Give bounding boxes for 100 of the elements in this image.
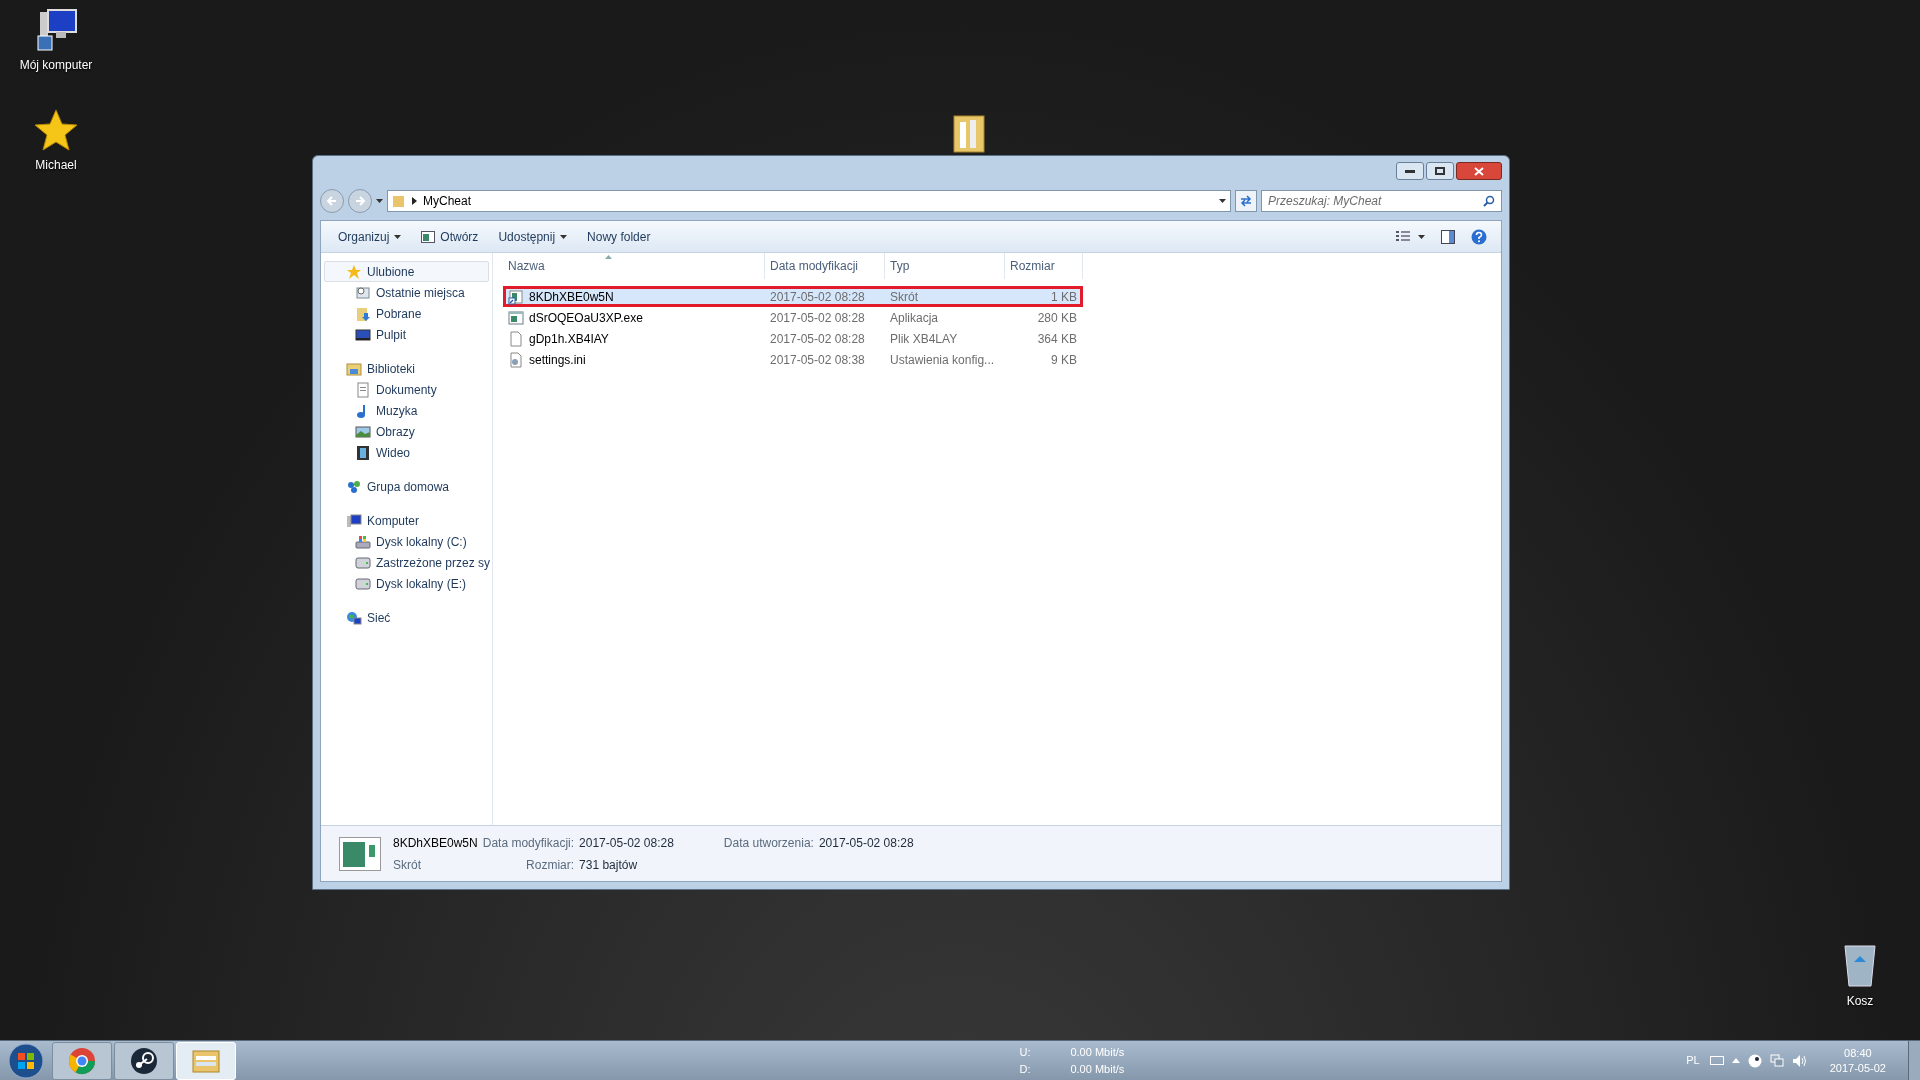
navigation-item[interactable]: Biblioteki (324, 358, 489, 379)
column-header[interactable]: Data modyfikacji (765, 253, 885, 279)
size-cell-text: 1 KB (1050, 288, 1078, 306)
details-value: 2017-05-02 08:28 (818, 834, 914, 852)
type-cell-text: Aplikacja (889, 309, 940, 327)
file-row[interactable]: settings.ini 2017-05-02 08:38 Ustawienia konfig... 9 KB (503, 349, 1083, 370)
navigation-item[interactable]: Dokumenty (324, 379, 489, 400)
forward-button[interactable] (348, 189, 372, 213)
folder-icon (392, 194, 406, 208)
list-view-icon (1396, 231, 1410, 242)
steam-icon[interactable] (1747, 1053, 1762, 1068)
back-button[interactable] (320, 189, 344, 213)
navigation-item[interactable]: Dysk lokalny (C:) (324, 531, 489, 552)
network-label: D: (1019, 1061, 1031, 1077)
navigation-item[interactable]: Grupa domowa (324, 476, 489, 497)
settings-file-icon (508, 351, 524, 368)
chevron-up-icon[interactable] (1731, 1058, 1740, 1063)
details-label: Data modyfikacji: (482, 834, 575, 852)
column-header[interactable]: Rozmiar (1005, 253, 1083, 279)
size-cell-text: 364 KB (1036, 330, 1078, 348)
size-cell-text: 9 KB (1050, 351, 1078, 369)
computer-icon (346, 512, 362, 529)
preview-pane-icon (1441, 229, 1455, 244)
toolbar-button[interactable]: Organizuj (329, 224, 411, 249)
navigation-item[interactable]: Wideo (324, 442, 489, 463)
caret-icon (560, 234, 568, 239)
shortcut-icon (508, 288, 524, 305)
minimize-icon (1405, 169, 1415, 173)
network-label: U: (1019, 1045, 1031, 1060)
show-desktop-button[interactable] (1908, 1041, 1920, 1080)
toolbar-button[interactable]: Otwórz (412, 224, 488, 249)
search-field[interactable]: Przeszukaj: MyCheat (1261, 190, 1502, 212)
type-cell-text: Skrót (889, 288, 919, 306)
navigation-item[interactable]: Komputer (324, 510, 489, 531)
file-name: dSrOQEOaU3XP.exe (529, 309, 643, 327)
navigation-item[interactable]: Ostatnie miejsca (324, 282, 489, 303)
navigation-item[interactable]: Ulubione (324, 261, 489, 282)
drive-icon (355, 554, 371, 571)
drive-icon (355, 575, 371, 592)
maximize-icon (1435, 167, 1445, 175)
desktop-icon (355, 326, 371, 343)
close-button[interactable] (1456, 162, 1502, 180)
file-name: gDp1h.XB4IAY (529, 330, 609, 348)
desktop-icon-label[interactable]: Mój komputer (19, 56, 93, 74)
windows-logo-icon (8, 1042, 44, 1079)
chrome-icon (68, 1046, 96, 1075)
speaker-icon[interactable] (1791, 1053, 1808, 1068)
library-icon (346, 360, 362, 377)
file-row[interactable]: gDp1h.XB4IAY 2017-05-02 08:28 Plik XB4LAY 364 KB (503, 328, 1083, 349)
network-icon (346, 609, 362, 626)
file-name: settings.ini (529, 351, 586, 369)
image-icon (355, 423, 371, 440)
refresh-icon (1239, 195, 1253, 207)
toolbar-button[interactable]: Nowy folder (578, 224, 660, 249)
minimize-button[interactable] (1396, 162, 1424, 180)
navigation-item[interactable]: Pobrane (324, 303, 489, 324)
date-cell-text: 2017-05-02 08:38 (769, 351, 866, 369)
details-file-name: 8KDhXBE0w5N (393, 834, 478, 852)
network-icon[interactable] (1769, 1053, 1784, 1068)
date-cell-text: 2017-05-02 08:28 (769, 330, 866, 348)
caret-icon (1418, 234, 1425, 239)
size-cell-text: 280 KB (1036, 309, 1078, 327)
systemdrive-icon (355, 533, 371, 550)
search-icon (1483, 195, 1495, 207)
toolbar-button[interactable]: Udostępnij (489, 224, 577, 249)
chevron-icon (412, 197, 417, 205)
recent-icon (355, 284, 371, 301)
caret-icon (1219, 199, 1226, 203)
back-arrow-icon (327, 196, 337, 206)
network-speed: 0.00 Mbit/s (1070, 1061, 1125, 1077)
network-speed: 0.00 Mbit/s (1070, 1045, 1125, 1060)
navigation-item[interactable]: Pulpit (324, 324, 489, 345)
details-file-type: Skrót (393, 856, 422, 874)
application-icon (508, 309, 524, 326)
navigation-item[interactable]: Zastrzeżone przez sy (324, 552, 489, 573)
star-icon (34, 108, 78, 152)
navigation-item[interactable]: Obrazy (324, 421, 489, 442)
sort-arrow-icon (605, 255, 612, 259)
navigation-item[interactable]: Sieć (324, 607, 489, 628)
navigation-item[interactable]: Muzyka (324, 400, 489, 421)
maximize-button[interactable] (1426, 162, 1454, 180)
type-cell-text: Ustawienia konfig... (889, 351, 996, 369)
steam-icon (130, 1046, 158, 1075)
download-icon (355, 305, 371, 322)
address-bar[interactable]: MyCheat (387, 190, 1231, 212)
desktop-icon-label[interactable]: Michael (35, 156, 77, 174)
desktop-icon-label[interactable]: Kosz (1846, 992, 1874, 1010)
file-row[interactable]: 8KDhXBE0w5N 2017-05-02 08:28 Skrót 1 KB (503, 286, 1083, 307)
column-header[interactable]: Typ (885, 253, 1005, 279)
keyboard-icon[interactable] (1709, 1056, 1724, 1065)
refresh-button[interactable] (1235, 190, 1257, 212)
help-icon (1471, 228, 1487, 245)
video-icon (355, 444, 371, 461)
computer-icon (34, 8, 78, 52)
file-icon (508, 330, 524, 347)
file-row[interactable]: dSrOQEOaU3XP.exe 2017-05-02 08:28 Aplikacja 280 KB (503, 307, 1083, 328)
navigation-item[interactable]: Dysk lokalny (E:) (324, 573, 489, 594)
homegroup-icon (346, 478, 362, 495)
details-label: Rozmiar: (525, 856, 575, 874)
taskbar-button[interactable] (114, 1041, 174, 1080)
